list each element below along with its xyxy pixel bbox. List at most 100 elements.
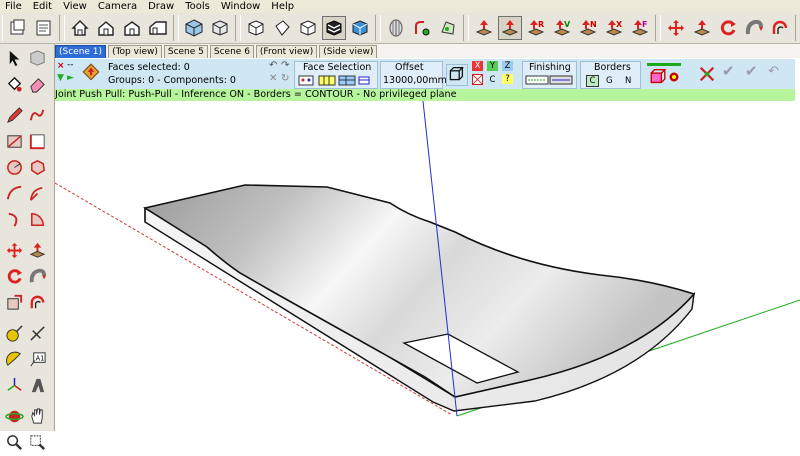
- axes-icon[interactable]: [3, 373, 26, 397]
- joint-icon[interactable]: [410, 16, 434, 40]
- zoom-window-icon[interactable]: [26, 430, 49, 454]
- move-icon[interactable]: [3, 238, 26, 262]
- open-file-icon[interactable]: [32, 16, 56, 40]
- push-pull-icon[interactable]: [26, 238, 49, 262]
- axis-x-button[interactable]: X: [472, 61, 483, 71]
- cube-blue-icon[interactable]: [348, 16, 372, 40]
- preview-dot-icon[interactable]: [668, 71, 680, 83]
- arc3-icon[interactable]: [3, 207, 26, 231]
- svg-text:X: X: [616, 20, 623, 29]
- tape-measure-icon[interactable]: [3, 321, 26, 345]
- menu-edit[interactable]: Edit: [28, 0, 58, 13]
- arc-icon[interactable]: [3, 181, 26, 205]
- follow-me-icon[interactable]: [742, 16, 766, 40]
- push-pull-r-icon[interactable]: R: [524, 16, 548, 40]
- pan-icon[interactable]: [26, 404, 49, 428]
- rotate-icon[interactable]: [716, 16, 740, 40]
- shell-icon[interactable]: [384, 16, 408, 40]
- bounding-box-icon[interactable]: [448, 66, 464, 82]
- zoom-icon[interactable]: [3, 430, 26, 454]
- cube-top-icon[interactable]: [244, 16, 268, 40]
- push-pull-v-icon[interactable]: V: [550, 16, 574, 40]
- repeat-icon[interactable]: ↻: [281, 74, 289, 84]
- tab-scene-5[interactable]: Scene 5: [163, 45, 208, 58]
- tab-top-view[interactable]: (Top view): [108, 45, 162, 58]
- push-pull-red-icon[interactable]: [472, 16, 496, 40]
- undo-arrow-icon[interactable]: ↶: [768, 65, 779, 78]
- cube-shaded-icon[interactable]: [322, 16, 346, 40]
- move-icon[interactable]: [664, 16, 688, 40]
- exit-tool-icon[interactable]: [698, 65, 716, 83]
- house-side-icon[interactable]: [146, 16, 170, 40]
- border-n-button[interactable]: N: [625, 76, 631, 86]
- tab-scene-1[interactable]: (Scene 1): [55, 45, 107, 58]
- home-view-icon[interactable]: [68, 16, 92, 40]
- push-pull-n-icon[interactable]: N: [576, 16, 600, 40]
- 3d-text-icon[interactable]: [26, 373, 49, 397]
- arc2-icon[interactable]: [26, 181, 49, 205]
- menu-draw[interactable]: Draw: [143, 0, 180, 13]
- paint-bucket-icon[interactable]: [3, 72, 26, 96]
- push-pull-f-icon[interactable]: F: [628, 16, 652, 40]
- preview-box-icon[interactable]: [649, 68, 667, 85]
- component-icon[interactable]: [26, 46, 49, 70]
- tab-front-view[interactable]: (Front view): [255, 45, 318, 58]
- push-pull-icon[interactable]: [690, 16, 714, 40]
- select-arrow-icon[interactable]: [3, 46, 26, 70]
- dimension-icon[interactable]: [26, 321, 49, 345]
- axis-pattern-icon[interactable]: [472, 74, 483, 85]
- rotated-rect-icon[interactable]: [26, 129, 49, 153]
- pie-icon[interactable]: [26, 207, 49, 231]
- house-icon[interactable]: [94, 16, 118, 40]
- push-pull-select-icon[interactable]: [498, 16, 522, 40]
- house-front-icon[interactable]: [120, 16, 144, 40]
- text-icon[interactable]: A1: [26, 347, 49, 371]
- axis-z-button[interactable]: Z: [502, 61, 513, 71]
- follow-me-icon[interactable]: [26, 264, 49, 288]
- axis-y-button[interactable]: Y: [487, 61, 498, 71]
- tab-side-view[interactable]: (Side view): [319, 45, 378, 58]
- pencil-icon[interactable]: [3, 103, 26, 127]
- offset-value[interactable]: 13000,00mm: [383, 75, 447, 86]
- polygon-icon[interactable]: [436, 16, 460, 40]
- redo-icon[interactable]: ↷: [281, 61, 289, 71]
- iso-cube-icon[interactable]: [182, 16, 206, 40]
- menu-tools[interactable]: Tools: [180, 0, 216, 13]
- close-icon[interactable]: ×: [57, 61, 65, 71]
- circle-icon[interactable]: [3, 155, 26, 179]
- protractor-icon[interactable]: [3, 347, 26, 371]
- menu-camera[interactable]: Camera: [93, 0, 143, 13]
- cancel-x-icon[interactable]: ✕: [269, 74, 277, 84]
- validate-icon[interactable]: ✔: [745, 64, 758, 79]
- finishing-options[interactable]: [525, 75, 573, 85]
- menu-window[interactable]: Window: [216, 0, 266, 13]
- menu-file[interactable]: File: [0, 0, 28, 13]
- freehand-icon[interactable]: [26, 103, 49, 127]
- rotate-icon[interactable]: [3, 264, 26, 288]
- menu-view[interactable]: View: [58, 0, 93, 13]
- cube-dark-icon[interactable]: [296, 16, 320, 40]
- border-contour-button[interactable]: C: [586, 75, 599, 87]
- expand-down-icon[interactable]: ▼: [57, 73, 64, 83]
- orbit-icon[interactable]: [3, 404, 26, 428]
- cube-outline-icon[interactable]: [208, 16, 232, 40]
- rectangle-icon[interactable]: [3, 129, 26, 153]
- tab-scene-6[interactable]: Scene 6: [209, 45, 254, 58]
- validate-alt-icon[interactable]: ✔: [722, 64, 735, 79]
- menu-help[interactable]: Help: [266, 0, 300, 13]
- expand-right-icon[interactable]: ►: [67, 73, 74, 83]
- eraser-icon[interactable]: [26, 72, 49, 96]
- face-selection-options[interactable]: [298, 75, 376, 86]
- model-viewport[interactable]: [55, 101, 800, 431]
- offset-icon[interactable]: [768, 16, 792, 40]
- axis-question-button[interactable]: ?: [502, 74, 513, 84]
- new-file-icon[interactable]: [6, 16, 30, 40]
- polygon-tool-icon[interactable]: [26, 155, 49, 179]
- scale-icon[interactable]: [3, 290, 26, 314]
- push-pull-x-icon[interactable]: X: [602, 16, 626, 40]
- axis-c-button[interactable]: C: [487, 75, 498, 85]
- offset-icon[interactable]: [26, 290, 49, 314]
- undo-icon[interactable]: ↶: [269, 61, 277, 71]
- cube-white-icon[interactable]: [270, 16, 294, 40]
- border-g-button[interactable]: G: [606, 76, 613, 86]
